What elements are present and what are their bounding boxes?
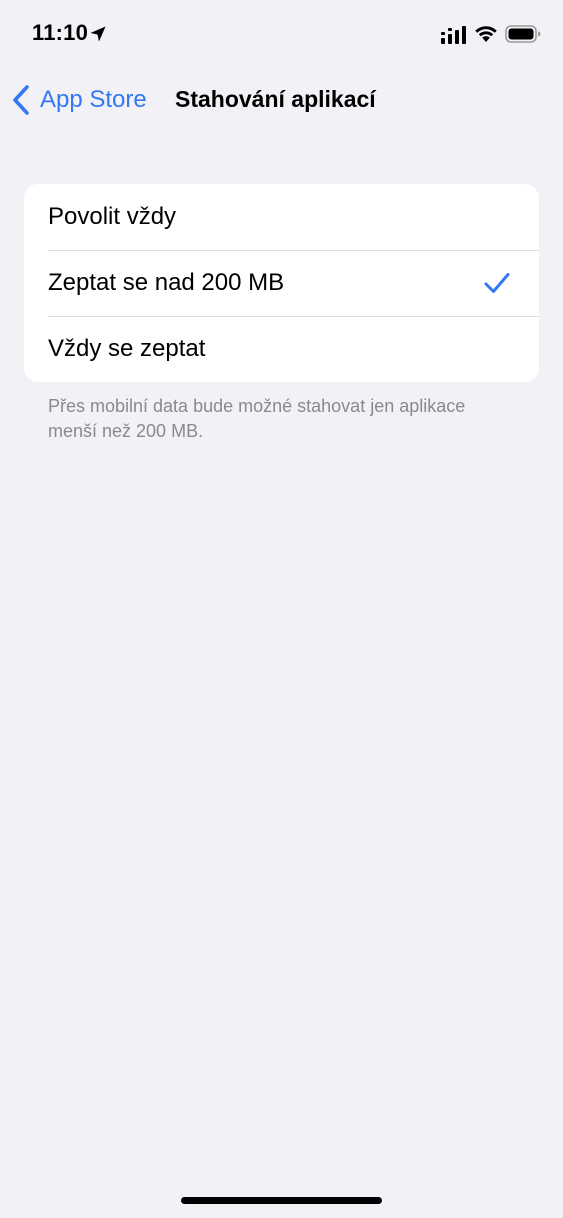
option-ask-over-200mb[interactable]: Zeptat se nad 200 MB — [24, 250, 539, 316]
battery-icon — [505, 25, 541, 43]
option-always-ask[interactable]: Vždy se zeptat — [24, 316, 539, 382]
status-bar: 11:10 — [0, 0, 563, 70]
option-label: Povolit vždy — [48, 203, 177, 230]
status-time: 11:10 — [32, 20, 89, 45]
cellular-signal-icon — [441, 26, 466, 44]
page-title: Stahování aplikací — [175, 86, 376, 112]
option-allow-always[interactable]: Povolit vždy — [24, 184, 539, 250]
footer-note: Přes mobilní data bude možné stahovat je… — [48, 396, 466, 441]
navigation-bar: App Store Stahování aplikací — [0, 70, 563, 130]
home-indicator[interactable] — [181, 1197, 382, 1204]
location-arrow-icon — [90, 26, 106, 42]
chevron-left-icon — [13, 85, 29, 115]
back-button-label: App Store — [40, 86, 147, 113]
option-label: Zeptat se nad 200 MB — [48, 269, 285, 296]
checkmark-icon — [484, 273, 510, 293]
back-button[interactable]: App Store — [10, 82, 147, 118]
wifi-icon — [475, 26, 497, 42]
download-options-list: Povolit vždy Zeptat se nad 200 MB Vždy s… — [24, 184, 539, 382]
option-label: Vždy se zeptat — [48, 335, 206, 362]
